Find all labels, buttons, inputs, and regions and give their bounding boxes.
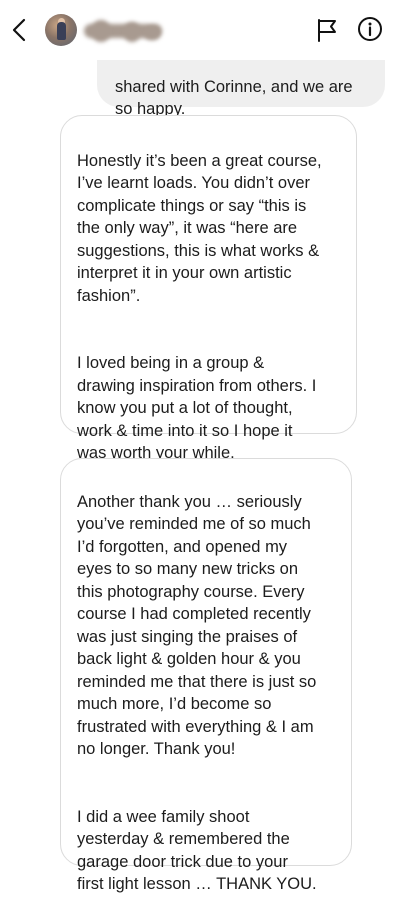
conversation-header (0, 0, 400, 60)
incoming-message[interactable]: Another thank you … seriously you’ve rem… (60, 458, 352, 893)
info-icon[interactable] (357, 16, 383, 42)
message-paragraph: I loved being in a group & drawing inspi… (77, 354, 317, 462)
message-text: shared with Corinne, and we are so happy… (115, 77, 353, 119)
flag-icon[interactable] (316, 18, 338, 42)
incoming-message[interactable]: Honestly it’s been a great course, I’ve … (60, 115, 357, 462)
message-paragraph: I did a wee family shoot yesterday & rem… (77, 807, 317, 894)
message-paragraph: Honestly it’s been a great course, I’ve … (77, 151, 322, 305)
chevron-left-icon[interactable] (10, 16, 30, 44)
username-redacted[interactable] (84, 20, 164, 42)
message-paragraph: Another thank you … seriously you’ve rem… (77, 492, 317, 759)
message-thread: shared with Corinne, and we are so happy… (0, 0, 400, 893)
avatar[interactable] (45, 14, 77, 46)
